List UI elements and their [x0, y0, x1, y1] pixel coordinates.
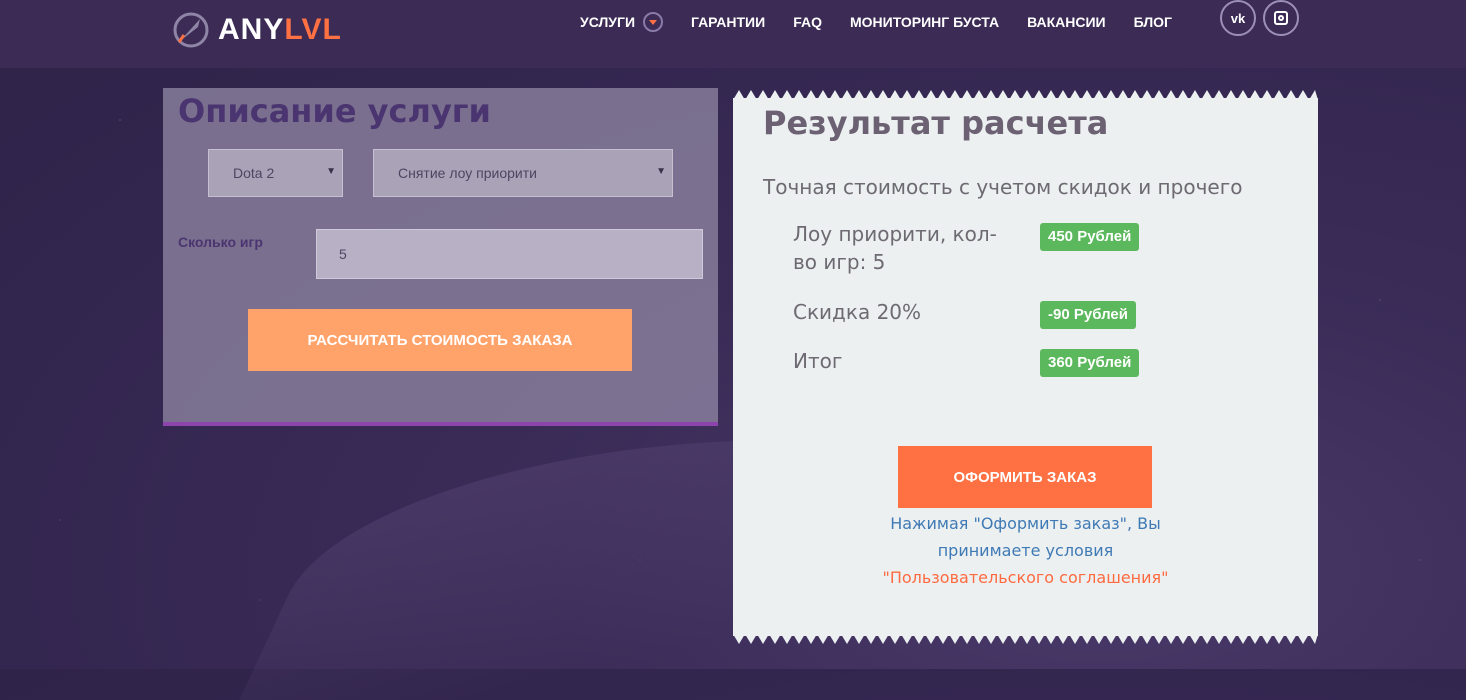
- receipt-body: Результат расчета Точная стоимость с уче…: [733, 98, 1318, 636]
- vk-icon[interactable]: vk: [1220, 0, 1256, 36]
- receipt-bottom-edge: [733, 634, 1318, 644]
- service-description-panel: Описание услуги Dota 2 ▼ Снятие лоу прио…: [163, 88, 718, 426]
- chevron-down-icon[interactable]: [643, 12, 664, 32]
- nav-item-boost-monitoring[interactable]: МОНИТОРИНГ БУСТА: [850, 14, 999, 30]
- result-title: Результат расчета: [763, 104, 1109, 142]
- result-row-label: Скидка 20%: [793, 300, 922, 324]
- games-count-label: Сколько игр: [178, 234, 263, 250]
- terms-notice: Нажимая "Оформить заказ", Вы принимаете …: [882, 514, 1169, 587]
- total-badge: 360 Рублей: [1040, 349, 1140, 377]
- service-title: Описание услуги: [178, 92, 491, 130]
- nav-item-services[interactable]: УСЛУГИ: [580, 12, 664, 32]
- instagram-icon[interactable]: [1263, 0, 1299, 36]
- discount-badge: -90 Рублей: [1040, 301, 1136, 329]
- nav-item-faq[interactable]: FAQ: [793, 14, 822, 30]
- nav-item-blog[interactable]: БЛОГ: [1134, 14, 1172, 30]
- result-row-label: Лоу приорити, кол-во игр: 5: [793, 222, 997, 274]
- brand-logo[interactable]: ANYLVL: [170, 6, 342, 54]
- site-header: ANYLVL УСЛУГИ ГАРАНТИИ FAQ МОНИТОРИНГ БУ…: [0, 0, 1466, 68]
- game-select[interactable]: Dota 2 ▼: [208, 149, 343, 197]
- result-row-label: Итог: [793, 349, 843, 373]
- user-agreement-link[interactable]: "Пользовательского соглашения": [882, 568, 1168, 587]
- brand-name: ANYLVL: [218, 13, 342, 46]
- main-nav: УСЛУГИ ГАРАНТИИ FAQ МОНИТОРИНГ БУСТА ВАК…: [580, 9, 1200, 35]
- select-arrow-icon: ▼: [326, 166, 336, 177]
- place-order-button[interactable]: ОФОРМИТЬ ЗАКАЗ: [898, 446, 1152, 508]
- nav-item-guarantees[interactable]: ГАРАНТИИ: [691, 14, 765, 30]
- calculate-button[interactable]: РАССЧИТАТЬ СТОИМОСТЬ ЗАКАЗА: [248, 309, 632, 371]
- select-arrow-icon: ▼: [656, 166, 666, 177]
- service-select[interactable]: Снятие лоу приорити ▼: [373, 149, 673, 197]
- result-panel: Результат расчета Точная стоимость с уче…: [733, 88, 1318, 646]
- price-badge: 450 Рублей: [1040, 223, 1140, 251]
- games-count-input[interactable]: [316, 229, 703, 279]
- nav-item-vacancies[interactable]: ВАКАНСИИ: [1027, 14, 1106, 30]
- rocket-logo-icon: [173, 12, 209, 48]
- result-subtitle: Точная стоимость с учетом скидок и проче…: [763, 175, 1243, 199]
